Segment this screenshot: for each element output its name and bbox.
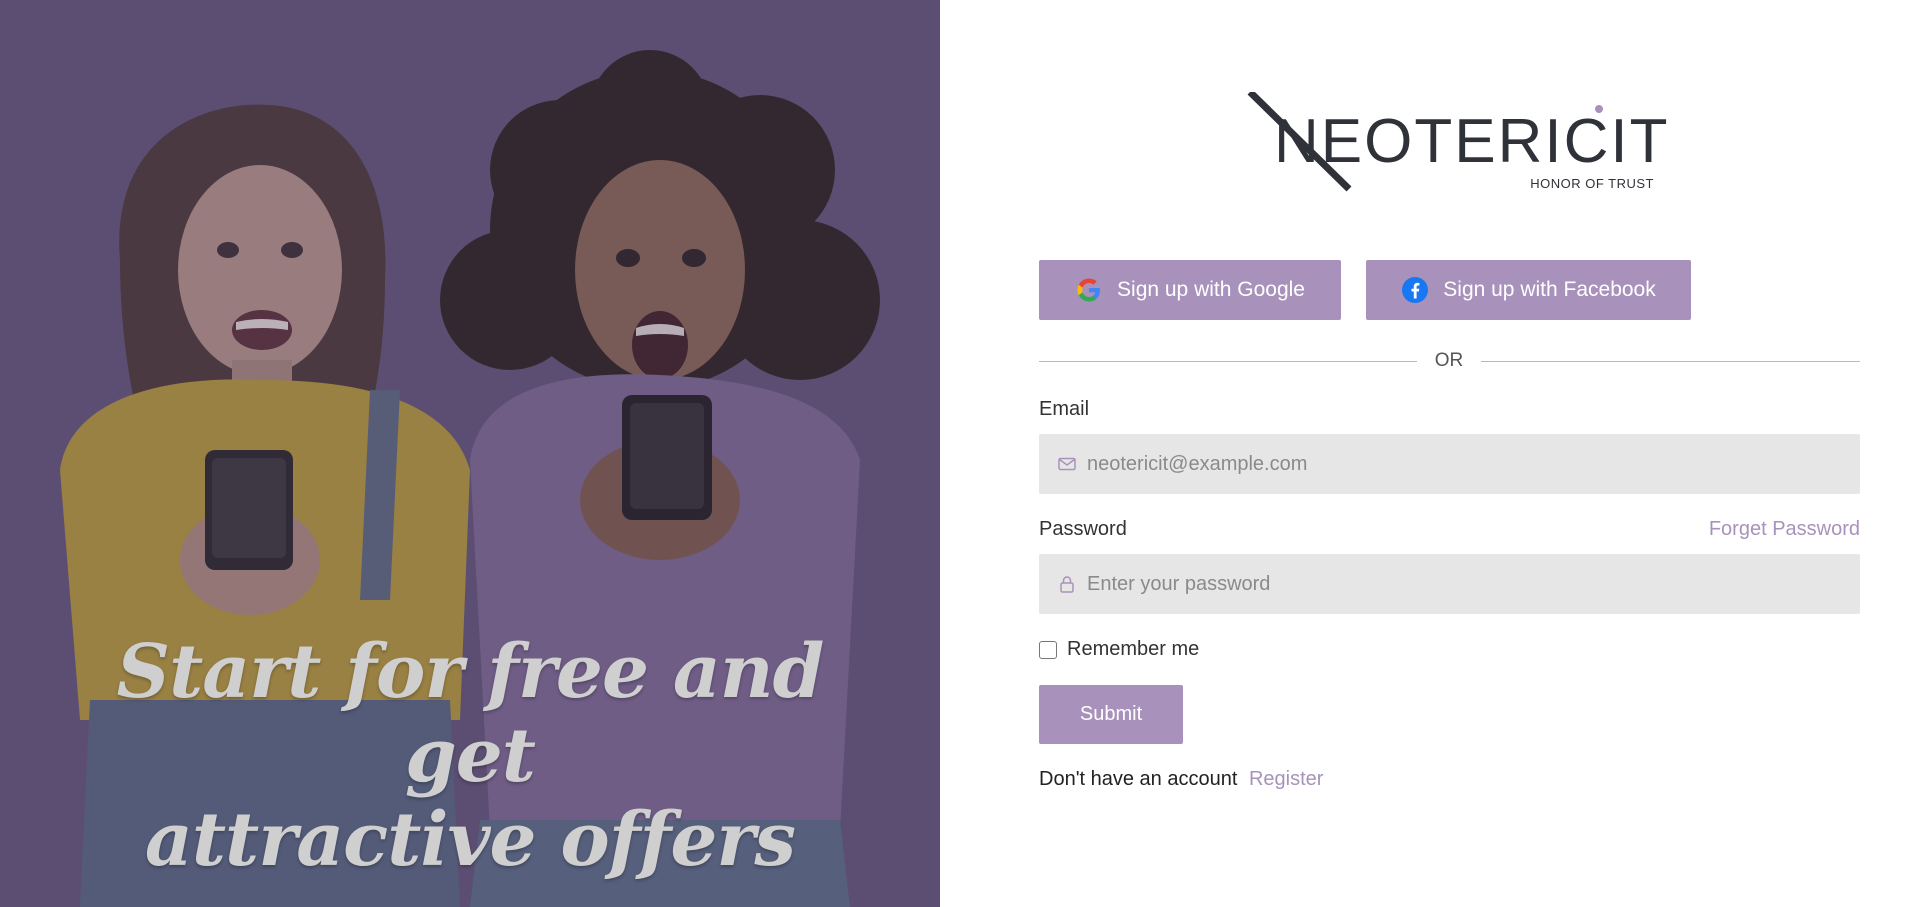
hero-headline-line-1: Start for free and get xyxy=(116,629,825,799)
google-signup-button[interactable]: Sign up with Google xyxy=(1039,260,1341,320)
google-g-icon xyxy=(1075,276,1103,304)
hero-headline: Start for free and get attractive offers xyxy=(60,630,880,882)
forget-password-link[interactable]: Forget Password xyxy=(1709,518,1860,541)
remember-me-row: Remember me xyxy=(1039,638,1199,661)
divider-line-left xyxy=(1039,361,1417,362)
login-page: Start for free and get attractive offers… xyxy=(0,0,1920,907)
facebook-signup-button[interactable]: Sign up with Facebook xyxy=(1366,260,1691,320)
logo-wordmark: NEOTERICIT xyxy=(1274,107,1670,176)
email-input[interactable] xyxy=(1085,443,1849,485)
hero-panel: Start for free and get attractive offers xyxy=(0,0,940,907)
register-link[interactable]: Register xyxy=(1249,768,1323,790)
divider-text: OR xyxy=(1434,350,1464,371)
divider-line-right xyxy=(1481,361,1860,362)
password-field-wrap xyxy=(1039,554,1860,614)
lock-icon xyxy=(1057,574,1077,594)
remember-me-checkbox[interactable] xyxy=(1039,640,1057,659)
no-account-text: Don't have an account xyxy=(1039,768,1238,790)
facebook-signup-label: Sign up with Facebook xyxy=(1443,278,1656,301)
google-signup-label: Sign up with Google xyxy=(1117,278,1305,301)
brand-logo: NEOTERICIT HONOR OF TRUST xyxy=(1244,92,1667,192)
submit-button[interactable]: Submit xyxy=(1039,685,1183,744)
password-label: Password xyxy=(1039,518,1127,540)
email-field-wrap xyxy=(1039,434,1860,494)
facebook-f-icon xyxy=(1401,276,1429,304)
logo-dot xyxy=(1595,105,1603,113)
or-divider: OR xyxy=(1039,350,1860,374)
logo-tagline: HONOR OF TRUST xyxy=(1530,176,1654,191)
email-label: Email xyxy=(1039,398,1090,420)
register-prompt: Don't have an account Register xyxy=(1039,768,1323,791)
hero-headline-line-2: attractive offers xyxy=(144,797,796,883)
password-input[interactable] xyxy=(1085,563,1849,605)
remember-me-label[interactable]: Remember me xyxy=(1067,638,1199,661)
envelope-icon xyxy=(1057,454,1077,474)
